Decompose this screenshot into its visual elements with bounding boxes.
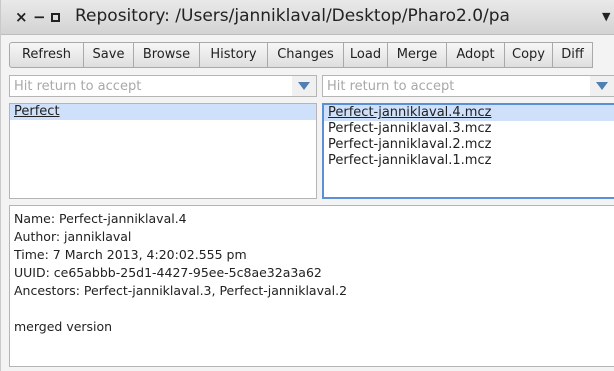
version-filter-dropdown[interactable] [590,76,614,96]
save-button[interactable]: Save [84,42,134,68]
window-title: Repository: /Users/janniklaval/Desktop/P… [75,6,510,26]
package-filter [9,75,317,97]
maximize-icon[interactable] [51,7,61,27]
detail-message: merged version [14,319,113,334]
detail-uuid: UUID: ce65abbb-25d1-4427-95ee-5c8ae32a3a… [14,265,322,280]
window-menu-icon[interactable]: ▼ [602,10,610,23]
load-button[interactable]: Load [344,42,388,68]
detail-time: Time: 7 March 2013, 4:20:02.555 pm [14,247,247,262]
minimize-icon[interactable]: − [33,7,46,27]
toolbar: Refresh Save Browse History Changes Load… [9,42,614,68]
detail-ancestors: Ancestors: Perfect-janniklaval.3, Perfec… [14,283,348,298]
chevron-down-icon [596,82,608,90]
changes-button[interactable]: Changes [268,42,344,68]
detail-author: Author: janniklaval [14,229,132,244]
version-filter [322,75,614,97]
refresh-button[interactable]: Refresh [9,42,84,68]
package-filter-dropdown[interactable] [292,76,316,96]
browse-button[interactable]: Browse [134,42,200,68]
package-filter-input[interactable] [10,76,290,96]
version-list-item[interactable]: Perfect-janniklaval.2.mcz [324,137,614,153]
version-list-item[interactable]: Perfect-janniklaval.3.mcz [324,121,614,137]
package-list: Perfect [9,103,317,199]
merge-button[interactable]: Merge [388,42,447,68]
version-list: Perfect-janniklaval.4.mcz Perfect-jannik… [322,103,614,199]
close-icon[interactable]: × [15,7,28,27]
version-filter-input[interactable] [323,76,595,96]
version-list-item[interactable]: Perfect-janniklaval.4.mcz [324,105,614,121]
version-list-item[interactable]: Perfect-janniklaval.1.mcz [324,153,614,169]
chevron-down-icon [298,82,310,90]
history-button[interactable]: History [200,42,268,68]
title-bar: × − Repository: /Users/janniklaval/Deskt… [1,0,614,35]
adopt-button[interactable]: Adopt [447,42,505,68]
diff-button[interactable]: Diff [553,42,593,68]
copy-button[interactable]: Copy [505,42,553,68]
package-list-item[interactable]: Perfect [10,104,316,120]
detail-name: Name: Perfect-janniklaval.4 [14,211,187,226]
version-details[interactable]: Name: Perfect-janniklaval.4 Author: jann… [9,205,614,367]
detail-spacer [14,300,614,318]
repository-window: × − Repository: /Users/janniklaval/Deskt… [0,0,614,371]
